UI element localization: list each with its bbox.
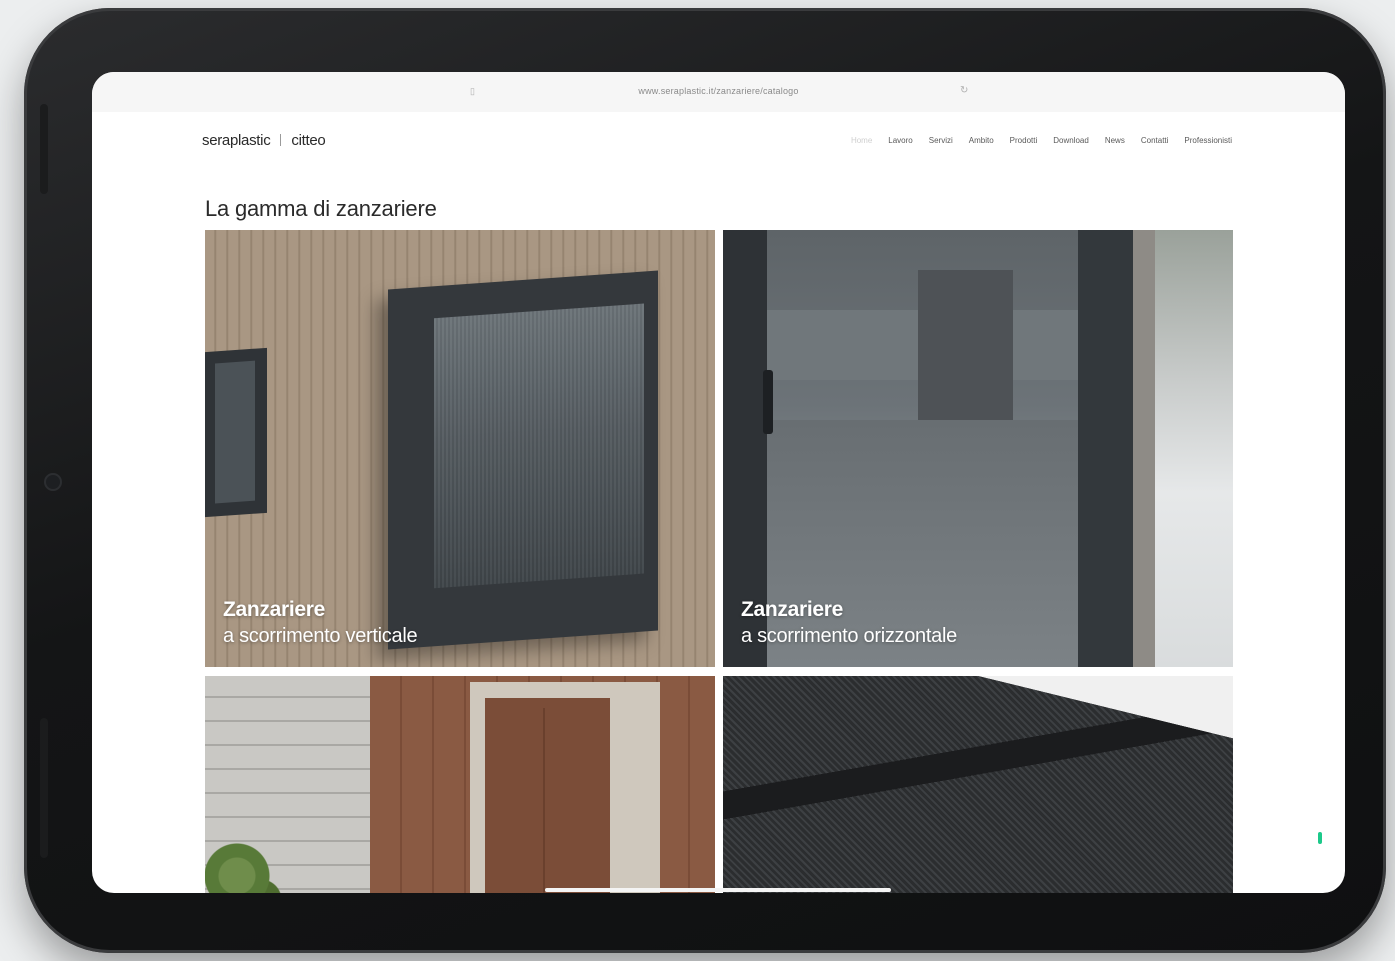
nav-item-contatti[interactable]: Contatti <box>1141 136 1169 145</box>
card-image-pillar <box>918 270 1013 430</box>
volume-button <box>40 104 48 194</box>
logo-secondary: citteo <box>291 132 326 149</box>
tablet-screen: ▯ www.seraplastic.it/zanzariere/catalogo… <box>92 72 1345 893</box>
product-card-vertical[interactable]: Zanzariere a scorrimento verticale <box>205 230 715 667</box>
chat-widget-icon[interactable] <box>1318 832 1322 844</box>
site-header: seraplastic citteo Home Lavoro Servizi Am… <box>92 112 1345 162</box>
product-card-door[interactable] <box>205 676 715 893</box>
url-field[interactable]: www.seraplastic.it/zanzariere/catalogo <box>92 86 1345 96</box>
tablet-device: ▯ www.seraplastic.it/zanzariere/catalogo… <box>24 8 1386 953</box>
side-button <box>40 718 48 858</box>
card-subtitle: a scorrimento verticale <box>223 625 418 647</box>
nav-item-prodotti[interactable]: Prodotti <box>1010 136 1038 145</box>
product-grid: Zanzariere a scorrimento verticale Zanza… <box>205 230 1233 893</box>
card-image-rail <box>723 676 1233 893</box>
nav-item-home[interactable]: Home <box>851 136 872 145</box>
nav-item-news[interactable]: News <box>1105 136 1125 145</box>
card-subtitle: a scorrimento orizzontale <box>741 625 957 647</box>
card-image-plant <box>205 816 285 893</box>
main-nav: Home Lavoro Servizi Ambito Prodotti Down… <box>851 136 1232 145</box>
card-title: Zanzariere <box>741 598 844 621</box>
product-card-mesh[interactable] <box>723 676 1233 893</box>
nav-item-professionisti[interactable]: Professionisti <box>1184 136 1232 145</box>
card-image-handle <box>763 370 773 434</box>
page-title: La gamma di zanzariere <box>205 196 437 221</box>
logo-primary: seraplastic <box>202 132 271 149</box>
card-image-door <box>485 698 610 893</box>
card-image-window-large <box>388 270 658 650</box>
browser-address-bar[interactable]: ▯ www.seraplastic.it/zanzariere/catalogo… <box>92 72 1345 112</box>
nav-item-lavoro[interactable]: Lavoro <box>888 136 912 145</box>
home-indicator[interactable] <box>545 888 891 892</box>
front-camera-icon <box>44 473 62 491</box>
site-logo[interactable]: seraplastic citteo <box>202 132 326 149</box>
nav-item-servizi[interactable]: Servizi <box>929 136 953 145</box>
card-title: Zanzariere <box>223 598 326 621</box>
product-card-horizontal[interactable]: Zanzariere a scorrimento orizzontale <box>723 230 1233 667</box>
card-caption: Zanzariere a scorrimento verticale <box>223 597 418 649</box>
nav-item-download[interactable]: Download <box>1053 136 1089 145</box>
card-image-outside <box>1155 230 1233 667</box>
card-image-post <box>1133 230 1155 667</box>
nav-item-ambito[interactable]: Ambito <box>969 136 994 145</box>
reload-icon[interactable]: ↻ <box>960 85 968 96</box>
logo-divider <box>280 134 282 146</box>
card-image-window-small <box>205 347 267 518</box>
card-caption: Zanzariere a scorrimento orizzontale <box>741 597 957 649</box>
